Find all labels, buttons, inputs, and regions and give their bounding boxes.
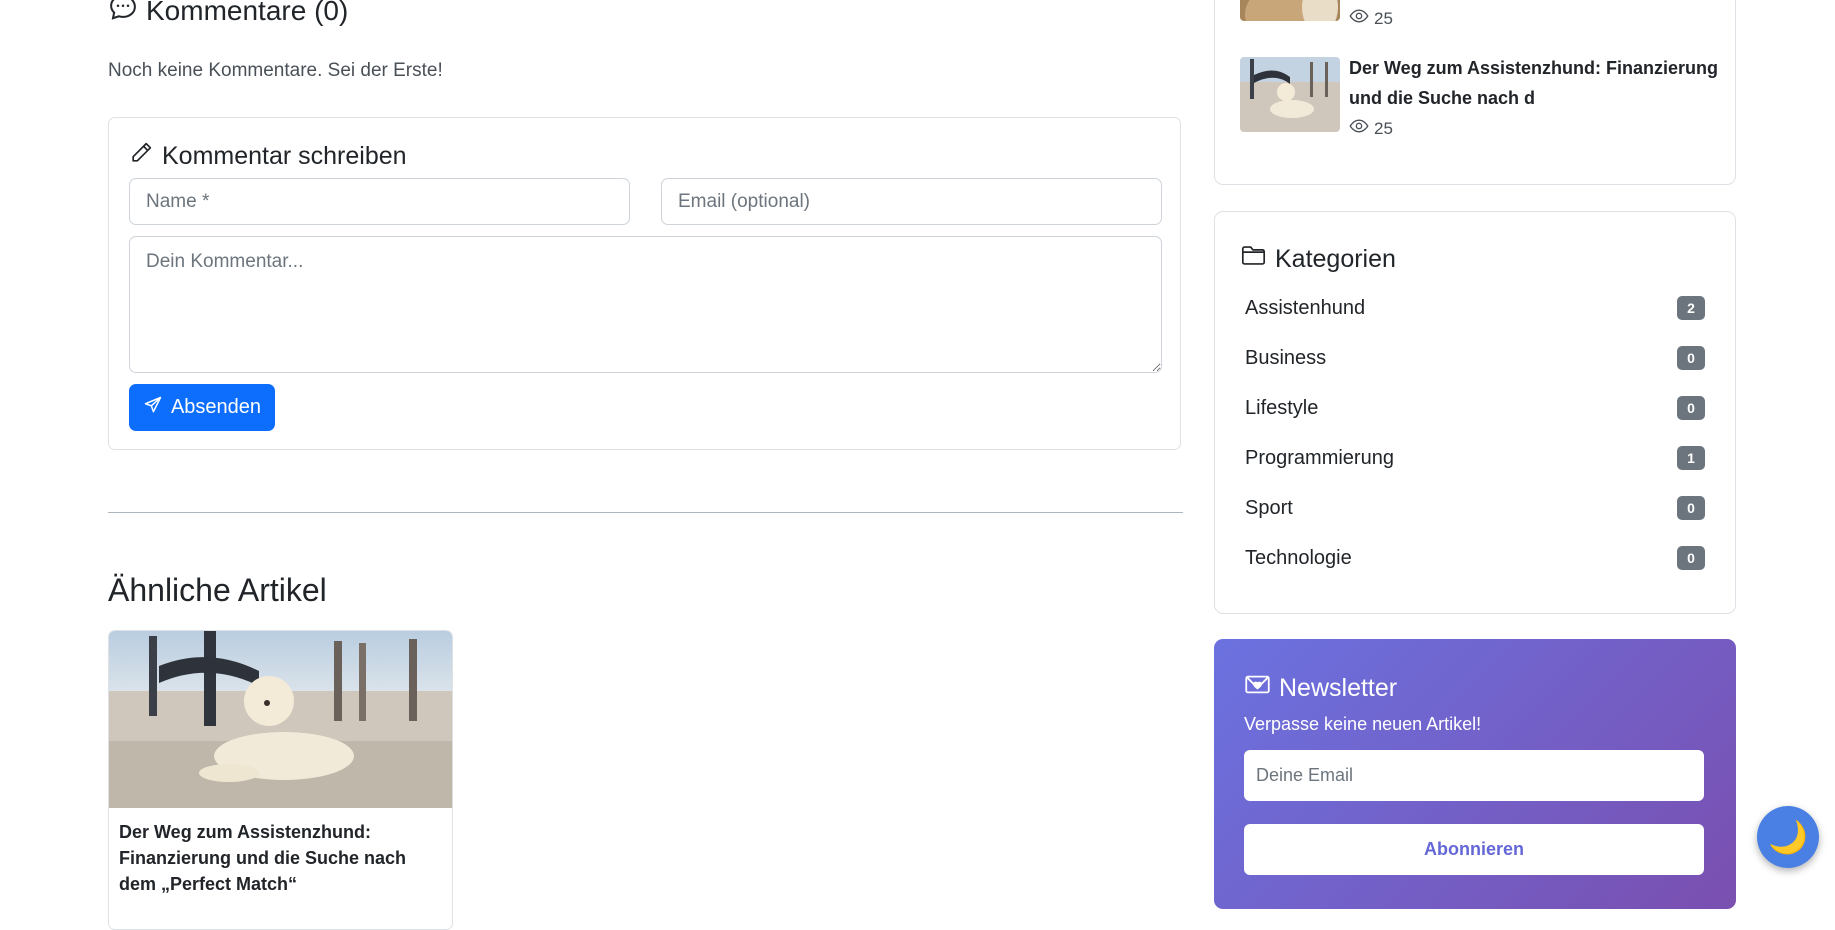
category-item[interactable]: Programmierung 1 xyxy=(1245,444,1705,474)
no-comments-text: Noch keine Kommentare. Sei der Erste! xyxy=(108,60,443,81)
categories-heading: Kategorien xyxy=(1240,242,1396,276)
category-name[interactable]: Assistenhund xyxy=(1245,297,1365,320)
email-input[interactable] xyxy=(661,178,1162,225)
category-item[interactable]: Technologie 0 xyxy=(1245,544,1705,574)
folder-icon xyxy=(1240,242,1267,276)
view-count-value: 25 xyxy=(1374,8,1393,28)
category-item[interactable]: Sport 0 xyxy=(1245,494,1705,524)
category-count-badge: 0 xyxy=(1677,496,1705,520)
categories-title: Kategorien xyxy=(1275,244,1396,273)
related-article-card[interactable]: Der Weg zum Assistenzhund: Finanzierung … xyxy=(108,630,453,930)
category-name[interactable]: Programmierung xyxy=(1245,447,1394,470)
newsletter-email-input[interactable] xyxy=(1244,750,1704,801)
view-count: 25 xyxy=(1349,6,1393,31)
popular-thumbnail-image xyxy=(1240,57,1340,132)
theme-toggle-button[interactable]: 🌙 xyxy=(1757,806,1819,868)
dog-on-beach-image xyxy=(109,631,452,808)
submit-label: Absenden xyxy=(170,396,262,418)
popular-thumbnail[interactable] xyxy=(1240,57,1340,132)
categories-card: Kategorien Assistenhund 2 Business 0 Lif… xyxy=(1214,211,1736,614)
submit-button[interactable]: Absenden xyxy=(129,384,275,431)
category-count-badge: 2 xyxy=(1677,296,1705,320)
newsletter-card: Newsletter Verpasse keine neuen Artikel!… xyxy=(1214,639,1736,909)
comments-heading: Kommentare (0) xyxy=(108,0,348,29)
name-input[interactable] xyxy=(129,178,630,225)
comment-textarea[interactable] xyxy=(129,236,1162,373)
newsletter-heading: Newsletter xyxy=(1244,671,1397,705)
category-item[interactable]: Assistenhund 2 xyxy=(1245,294,1705,324)
moon-icon: 🌙 xyxy=(1768,819,1808,855)
chat-dots-icon xyxy=(108,0,138,29)
newsletter-subtitle: Verpasse keine neuen Artikel! xyxy=(1244,714,1482,734)
envelope-heart-icon xyxy=(1244,671,1271,705)
newsletter-title: Newsletter xyxy=(1279,673,1398,702)
subscribe-button[interactable]: Abonnieren xyxy=(1244,824,1704,875)
category-name[interactable]: Technologie xyxy=(1245,547,1352,570)
category-count-badge: 0 xyxy=(1677,546,1705,570)
category-count-badge: 0 xyxy=(1677,346,1705,370)
view-count: 25 xyxy=(1349,116,1393,141)
pencil-icon xyxy=(129,140,154,172)
related-article-title[interactable]: Der Weg zum Assistenzhund: Finanzierung … xyxy=(119,819,444,897)
divider xyxy=(108,512,1183,513)
eye-icon xyxy=(1349,116,1369,141)
eye-icon xyxy=(1349,6,1369,31)
comment-form-heading: Kommentar schreiben xyxy=(129,140,407,172)
category-item[interactable]: Lifestyle 0 xyxy=(1245,394,1705,424)
popular-thumbnail-image xyxy=(1240,0,1340,21)
view-count-value: 25 xyxy=(1374,118,1393,138)
category-count-badge: 1 xyxy=(1677,446,1705,470)
comment-form-card: Kommentar schreiben Absenden xyxy=(108,117,1181,450)
category-name[interactable]: Lifestyle xyxy=(1245,397,1318,420)
comment-form-title: Kommentar schreiben xyxy=(162,141,407,170)
popular-post-title[interactable]: Der Weg zum Assistenzhund: Finanzierung … xyxy=(1349,53,1719,113)
comments-title: Kommentare (0) xyxy=(146,0,349,26)
related-articles-heading: Ähnliche Artikel xyxy=(108,572,327,608)
popular-thumbnail[interactable] xyxy=(1240,0,1340,21)
category-name[interactable]: Sport xyxy=(1245,497,1293,520)
category-count-badge: 0 xyxy=(1677,396,1705,420)
popular-posts-card: 25 Der Weg zum Assistenzhund: Finanzieru… xyxy=(1214,0,1736,185)
category-item[interactable]: Business 0 xyxy=(1245,344,1705,374)
category-name[interactable]: Business xyxy=(1245,347,1326,370)
send-icon xyxy=(143,395,163,421)
